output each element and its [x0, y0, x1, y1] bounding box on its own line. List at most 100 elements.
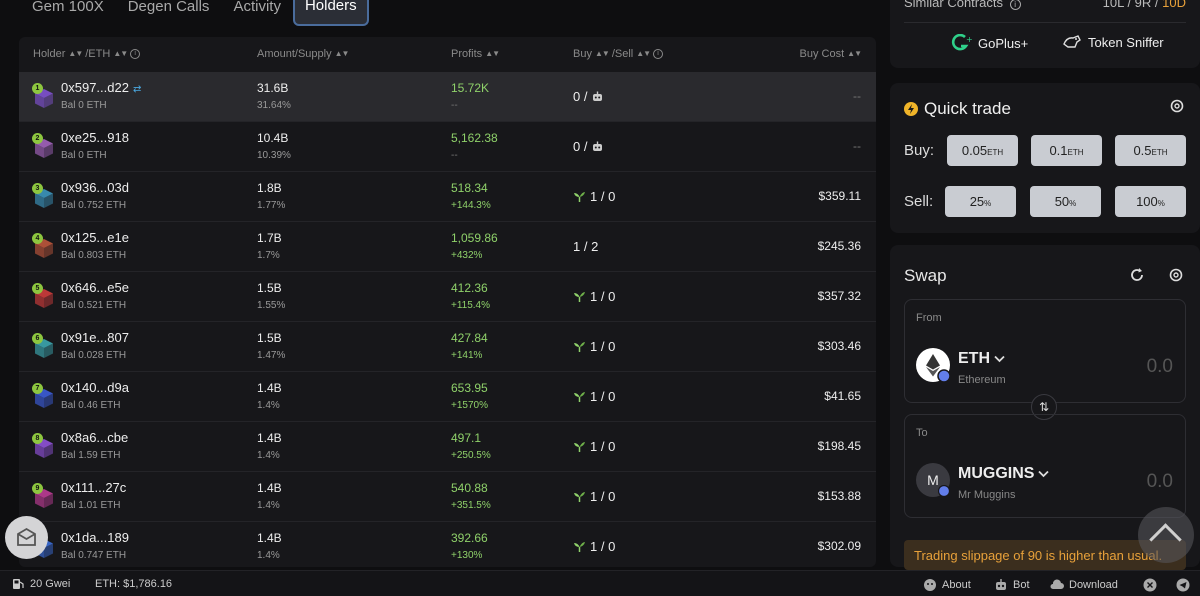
swap-to-box[interactable]: To M MUGGINS Mr Muggins 0.0	[904, 414, 1186, 518]
holder-address[interactable]: 0x91e...807	[61, 330, 129, 345]
gear-icon[interactable]	[1169, 98, 1185, 114]
header-profits[interactable]: Profits ▲▼	[451, 48, 500, 60]
gear-icon[interactable]	[1168, 267, 1184, 283]
header-holder[interactable]: Holder ▲▼ /ETH ▲▼ i	[33, 48, 141, 60]
holder-address[interactable]: 0x8a6...cbe	[61, 430, 128, 445]
sort-icon[interactable]: ▲▼	[68, 50, 83, 58]
buy-label: Buy:	[904, 142, 935, 159]
holder-supply-pct: 1.55%	[257, 300, 286, 311]
quick-sell-25-button[interactable]: 25%	[945, 186, 1016, 217]
table-row[interactable]: 2 0xe25...918 Bal 0 ETH 10.4B 10.39% 5,162.38…	[19, 122, 876, 172]
quick-sell-amount: 25	[969, 194, 985, 209]
table-row[interactable]: 7 0x140...d9a Bal 0.46 ETH 1.4B 1.4% 653.95 +1…	[19, 372, 876, 422]
info-icon[interactable]: i	[130, 49, 141, 59]
quick-buy-0.1-button[interactable]: 0.1ETH	[1031, 135, 1102, 166]
quick-sell-50-button[interactable]: 50%	[1030, 186, 1101, 217]
quick-sell-100-button[interactable]: 100%	[1115, 186, 1186, 217]
to-amount-input[interactable]: 0.0	[1147, 471, 1173, 493]
from-amount-input[interactable]: 0.0	[1147, 356, 1173, 378]
tab-activity[interactable]: Activity	[221, 0, 293, 26]
dog-icon	[1063, 35, 1081, 48]
similar-contracts-label: Similar Contracts	[904, 0, 1003, 10]
sort-icon[interactable]: ▲▼	[113, 50, 128, 58]
quick-sell-amount: 100	[1136, 194, 1158, 209]
info-icon[interactable]: i	[653, 49, 664, 59]
x-link[interactable]	[1143, 578, 1157, 592]
avatar: 6	[32, 333, 55, 359]
holder-balance: Bal 1.01 ETH	[61, 500, 121, 511]
sprout-icon	[574, 441, 585, 452]
sort-icon[interactable]: ▲▼	[636, 50, 651, 58]
holder-buy-sell: 0 /	[573, 89, 604, 104]
holder-profit: 15.72K	[451, 81, 490, 95]
token-sniffer-link[interactable]: Token Sniffer	[1062, 34, 1164, 50]
scroll-top-button[interactable]	[1138, 507, 1194, 563]
holder-balance: Bal 0.028 ETH	[61, 350, 127, 361]
holder-address[interactable]: 0x646...e5e	[61, 280, 129, 295]
table-row[interactable]: 4 0x125...e1e Bal 0.803 ETH 1.7B 1.7% 1,059.8…	[19, 222, 876, 272]
table-row[interactable]: 100x1da...189Bal 0.747 ETH1.4B1.4%392.66…	[19, 522, 876, 567]
holder-supply-pct: 1.77%	[257, 200, 286, 211]
muggins-token-icon: M	[916, 463, 950, 497]
holder-address[interactable]: 0x140...d9a	[61, 380, 129, 395]
refresh-icon[interactable]	[1129, 267, 1145, 283]
about-link[interactable]: About	[923, 578, 971, 592]
holders-table: Holder ▲▼ /ETH ▲▼ i Amount/Supply ▲▼ Pro…	[19, 37, 876, 567]
holder-address[interactable]: 0x936...03d	[61, 180, 129, 195]
quick-buy-0.05-button[interactable]: 0.05ETH	[947, 135, 1018, 166]
buy-sell-count: 1 / 0	[590, 189, 616, 204]
from-label: From	[916, 312, 942, 324]
holder-address[interactable]: 0x597...d22 ⇄	[61, 80, 141, 95]
table-row[interactable]: 8 0x8a6...cbe Bal 1.59 ETH 1.4B 1.4% 497.1 +25…	[19, 422, 876, 472]
tab-holders[interactable]: Holders	[292, 0, 369, 26]
holder-address[interactable]: 0x125...e1e	[61, 230, 129, 245]
buy-sell-count: 1 / 0	[590, 339, 616, 354]
header-buy-cost[interactable]: Buy Cost ▲▼	[800, 48, 862, 60]
goplus-link[interactable]: + GoPlus+	[950, 34, 1028, 52]
holder-balance: Bal 0.747 ETH	[61, 550, 127, 561]
holder-amount: 31.6B	[257, 81, 289, 95]
sort-icon[interactable]: ▲▼	[335, 50, 350, 58]
header-buy-sell[interactable]: Buy ▲▼ /Sell ▲▼ i	[573, 48, 664, 60]
bot-link[interactable]: Bot	[994, 578, 1030, 592]
holder-balance: Bal 0 ETH	[61, 150, 107, 161]
similar-contracts[interactable]: Similar Contracts i 10L / 9R / 10D	[904, 0, 1186, 10]
tab-gem-100x[interactable]: Gem 100X	[20, 0, 116, 26]
table-row[interactable]: 6 0x91e...807 Bal 0.028 ETH 1.5B 1.47% 427.84…	[19, 322, 876, 372]
header-sell-label: /Sell	[611, 48, 634, 60]
bot-icon	[593, 91, 603, 101]
table-row[interactable]: 1 0x597...d22 ⇄ Bal 0 ETH 31.6B 31.64% 15.72K -…	[19, 72, 876, 122]
quick-buy-0.5-button[interactable]: 0.5ETH	[1115, 135, 1186, 166]
holder-buy-sell: 1 / 0	[573, 439, 615, 454]
messages-button[interactable]	[5, 516, 48, 559]
holder-address[interactable]: 0x1da...189	[61, 530, 129, 545]
tab-degen-calls[interactable]: Degen Calls	[116, 0, 222, 26]
sort-icon[interactable]: ▲▼	[595, 50, 610, 58]
holder-address[interactable]: 0xe25...918	[61, 130, 129, 145]
download-link[interactable]: Download	[1050, 578, 1118, 592]
header-amount[interactable]: Amount/Supply ▲▼	[257, 48, 350, 60]
info-icon[interactable]: i	[1009, 0, 1021, 10]
sort-icon[interactable]: ▲▼	[847, 50, 862, 58]
holder-profit: 497.1	[451, 431, 482, 445]
sort-icon[interactable]: ▲▼	[485, 50, 500, 58]
from-token-select[interactable]: ETH	[958, 350, 1005, 368]
table-row[interactable]: 3 0x936...03d Bal 0.752 ETH 1.8B 1.77% 518.34…	[19, 172, 876, 222]
table-row[interactable]: 5 0x646...e5e Bal 0.521 ETH 1.5B 1.55% 412.36…	[19, 272, 876, 322]
quick-sell-unit: %	[1069, 199, 1077, 208]
similar-r: 9R	[1134, 0, 1152, 10]
goplus-icon: +	[951, 34, 972, 51]
sprout-icon	[574, 491, 585, 502]
swap-from-box[interactable]: From ETH Ethereum 0.0	[904, 299, 1186, 403]
x-icon	[1143, 578, 1157, 592]
holder-buy-sell: 0 /	[573, 139, 604, 154]
to-token-select[interactable]: MUGGINS	[958, 465, 1050, 483]
download-label: Download	[1069, 579, 1118, 591]
about-icon	[924, 579, 936, 591]
telegram-link[interactable]	[1176, 578, 1190, 592]
holder-address[interactable]: 0x111...27c	[61, 480, 126, 495]
table-row[interactable]: 9 0x111...27c Bal 1.01 ETH 1.4B 1.4% 540.88 +3…	[19, 472, 876, 522]
bolt-icon	[904, 102, 918, 116]
quick-sell-unit: %	[984, 199, 992, 208]
holder-balance: Bal 0.521 ETH	[61, 300, 127, 311]
